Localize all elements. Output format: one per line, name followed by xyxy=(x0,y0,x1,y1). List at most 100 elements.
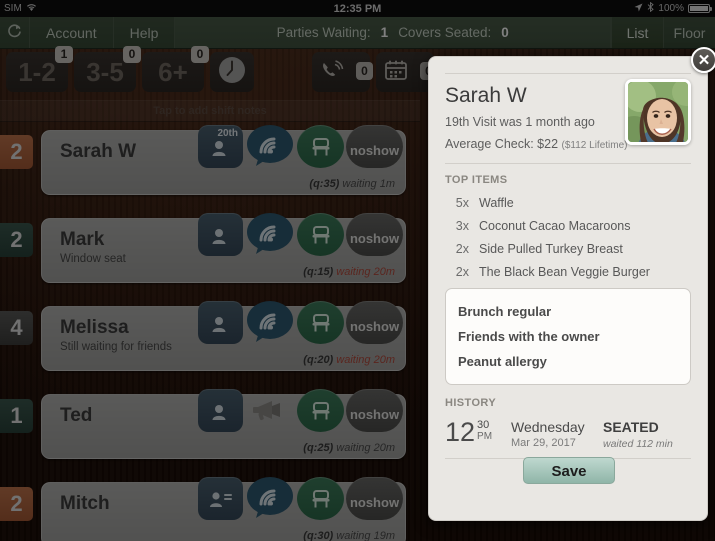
divider xyxy=(445,73,691,74)
ios-status-bar: SIM 12:35 PM 100% xyxy=(0,0,715,17)
waitlist-row[interactable]: 4 Melissa Still waiting for friends (q:2… xyxy=(0,301,425,381)
guest-card[interactable]: Mitch (q:30) waiting 19m no show xyxy=(41,477,406,541)
queue-position: (q:15) xyxy=(303,266,334,278)
filter-1-2-label: 1-2 xyxy=(18,56,56,87)
sms-bubble-icon[interactable] xyxy=(245,211,295,258)
tab-floor[interactable]: Floor xyxy=(663,17,715,48)
location-arrow-icon xyxy=(634,3,643,15)
covers-seated-label: Covers Seated: xyxy=(398,25,492,40)
no-show-line1: no xyxy=(349,495,366,510)
item-name: Coconut Cacao Macaroons xyxy=(479,219,631,233)
tab-list[interactable]: List xyxy=(611,17,663,48)
guest-name: Ted xyxy=(60,405,93,426)
row-actions: no show xyxy=(198,211,403,258)
party-size-filters: 1-2 1 3-5 0 6+ 0 xyxy=(6,46,254,92)
account-button[interactable]: Account xyxy=(30,17,114,48)
chair-icon[interactable] xyxy=(297,213,344,256)
guest-name: Mitch xyxy=(60,493,110,514)
status-badge: SEATED xyxy=(603,419,659,435)
item-qty: 5x xyxy=(455,196,469,210)
sms-bubble-icon[interactable] xyxy=(245,123,295,170)
person-icon[interactable] xyxy=(198,213,243,256)
guest-note-line: Peanut allergy xyxy=(458,354,547,369)
guest-card[interactable]: Mark Window seat (q:15) waiting 20m no s… xyxy=(41,213,406,283)
waitlist-row[interactable]: 2 Sarah W (q:35) waiting 1m 20th no show xyxy=(0,125,425,205)
help-button[interactable]: Help xyxy=(114,17,176,48)
guest-card[interactable]: Melissa Still waiting for friends (q:20)… xyxy=(41,301,406,371)
history-time-sub: 30 PM xyxy=(477,419,492,442)
waiting-time: waiting 20m xyxy=(336,266,395,278)
queue-position: (q:20) xyxy=(303,354,334,366)
no-show-button[interactable]: no show xyxy=(346,389,403,432)
shift-notes-bar[interactable]: Tap to add shift notes xyxy=(0,100,420,122)
person-icon[interactable]: 20th xyxy=(198,125,243,168)
row-actions: 20th no show xyxy=(198,123,403,170)
history-date-block: Wednesday Mar 29, 2017 xyxy=(511,419,603,449)
list-item: 3x Coconut Cacao Macaroons xyxy=(445,219,691,233)
no-show-line2: show xyxy=(365,319,400,334)
guest-card[interactable]: Sarah W (q:35) waiting 1m 20th no show xyxy=(41,125,406,195)
reservations-counter[interactable]: 0 xyxy=(376,52,437,92)
chair-icon[interactable] xyxy=(297,389,344,432)
no-show-button[interactable]: no show xyxy=(346,125,403,168)
avatar xyxy=(625,79,691,145)
calls-count: 0 xyxy=(356,62,373,80)
refresh-button[interactable] xyxy=(0,17,30,48)
no-show-line2: show xyxy=(365,495,400,510)
waitlist-row[interactable]: 1 Ted (q:25) waiting 20m no show xyxy=(0,389,425,469)
clock-filter-button[interactable] xyxy=(210,52,254,92)
person-icon[interactable] xyxy=(198,301,243,344)
waitlist-rows: 2 Sarah W (q:35) waiting 1m 20th no show… xyxy=(0,125,425,541)
history-waited: waited 112 min xyxy=(603,438,673,450)
history-day: Wednesday xyxy=(511,419,585,435)
item-qty: 2x xyxy=(455,265,469,279)
guest-notes-box[interactable]: Brunch regular Friends with the owner Pe… xyxy=(445,288,691,385)
waitlist-row[interactable]: 2 Mark Window seat (q:15) waiting 20m no… xyxy=(0,213,425,293)
guest-meta: (q:30) waiting 19m xyxy=(303,530,395,541)
chair-icon[interactable] xyxy=(297,301,344,344)
person-icon[interactable] xyxy=(198,389,243,432)
no-show-line1: no xyxy=(349,143,366,158)
waiting-time: waiting 1m xyxy=(342,178,395,190)
no-show-button[interactable]: no show xyxy=(346,477,403,520)
queue-position: (q:35) xyxy=(309,178,340,190)
chair-icon[interactable] xyxy=(297,125,344,168)
status-clock: 12:35 PM xyxy=(333,2,382,15)
divider xyxy=(445,163,691,164)
no-show-button[interactable]: no show xyxy=(346,213,403,256)
waitlist-row[interactable]: 2 Mitch (q:30) waiting 19m no show xyxy=(0,477,425,541)
chair-icon[interactable] xyxy=(297,477,344,520)
party-size-badge: 2 xyxy=(0,223,33,257)
item-qty: 2x xyxy=(455,242,469,256)
guest-card[interactable]: Ted (q:25) waiting 20m no show xyxy=(41,389,406,459)
app-root: SIM 12:35 PM 100% Account Help Parties W… xyxy=(0,0,715,541)
guest-name: Melissa xyxy=(60,317,129,338)
guest-meta: (q:35) waiting 1m xyxy=(309,178,395,190)
no-show-line1: no xyxy=(349,231,366,246)
save-button[interactable]: Save xyxy=(523,457,615,484)
row-actions: no show xyxy=(198,299,403,346)
filter-3-5[interactable]: 3-5 0 xyxy=(74,46,141,92)
close-icon[interactable]: ✕ xyxy=(691,47,715,73)
filter-1-2[interactable]: 1-2 1 xyxy=(6,46,73,92)
item-name: Side Pulled Turkey Breast xyxy=(479,242,623,256)
party-size-badge: 2 xyxy=(0,487,33,521)
item-name: Waffle xyxy=(479,196,514,210)
filter-6-plus[interactable]: 6+ 0 xyxy=(142,46,209,92)
visit-ordinal: 20th xyxy=(217,128,238,139)
party-size-badge: 2 xyxy=(0,135,33,169)
parties-waiting-label: Parties Waiting: xyxy=(276,25,371,40)
queue-position: (q:25) xyxy=(303,442,334,454)
item-name: The Black Bean Veggie Burger xyxy=(479,265,650,279)
no-show-button[interactable]: no show xyxy=(346,301,403,344)
calls-counter[interactable]: 0 xyxy=(312,52,373,92)
sms-bubble-icon[interactable] xyxy=(245,299,295,346)
waiting-time: waiting 20m xyxy=(336,442,395,454)
megaphone-icon[interactable] xyxy=(245,387,295,434)
queue-position: (q:30) xyxy=(303,530,334,541)
no-show-line2: show xyxy=(365,407,400,422)
covers-seated-value: 0 xyxy=(501,25,509,40)
contact-card-icon[interactable] xyxy=(198,477,243,520)
sms-bubble-icon[interactable] xyxy=(245,475,295,522)
average-check-label: Average Check: $22 xyxy=(445,137,559,151)
